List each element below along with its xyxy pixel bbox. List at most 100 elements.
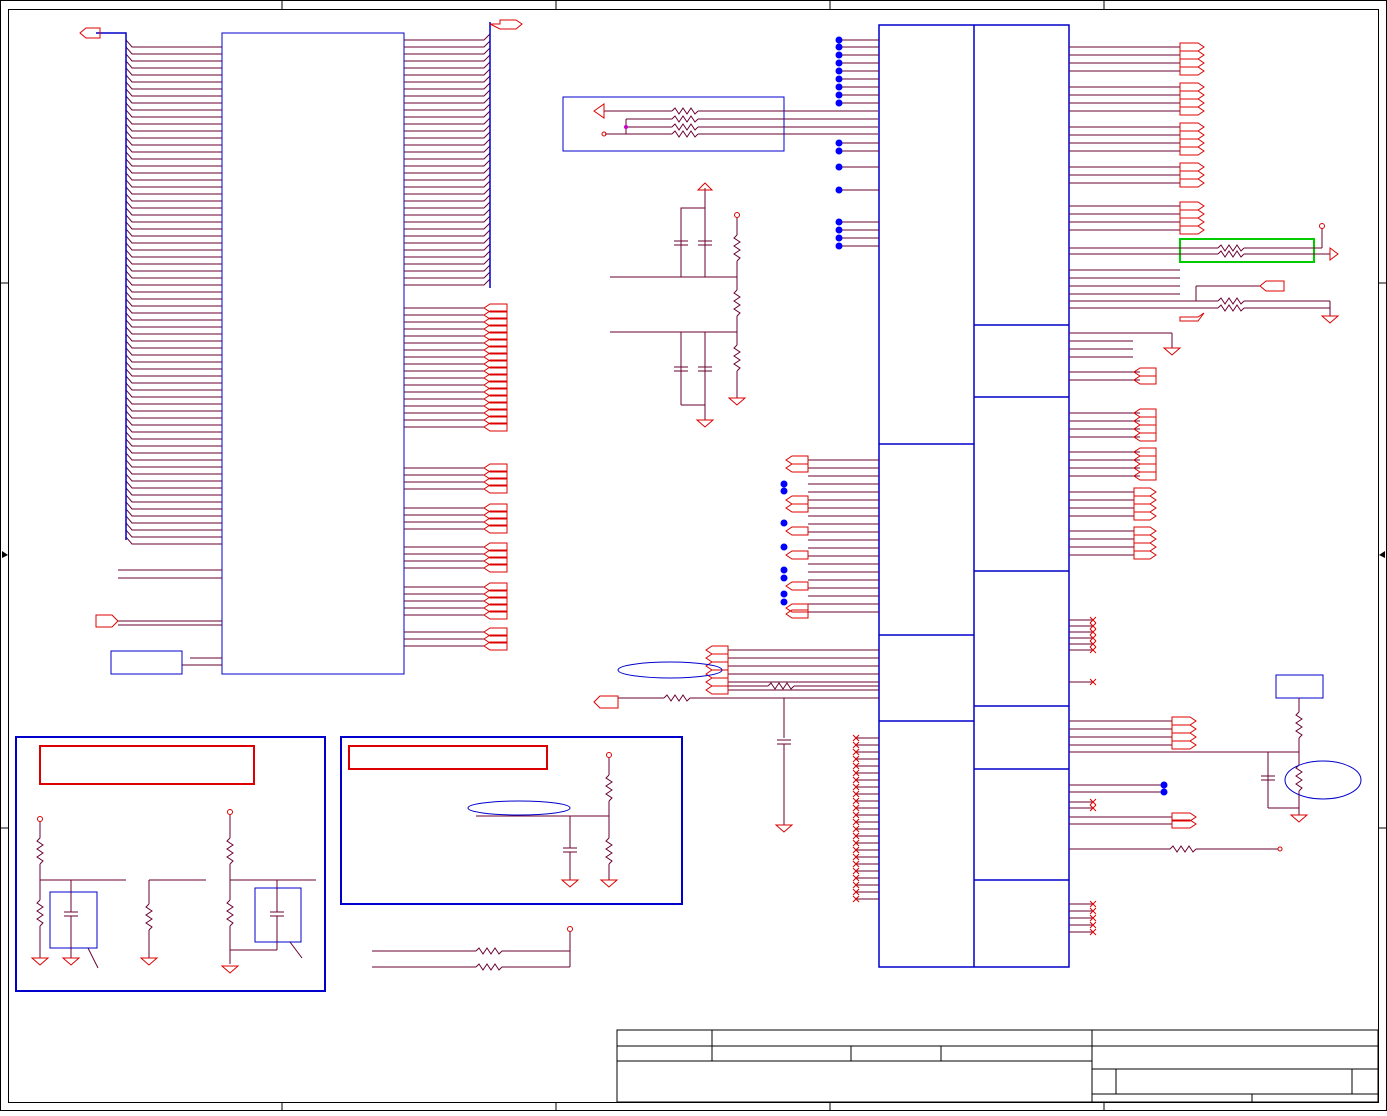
net-label	[1179, 122, 1205, 132]
bus-entry-wire	[125, 347, 222, 356]
net-label	[1133, 542, 1157, 552]
net-label	[1133, 503, 1157, 513]
ground-icon	[30, 957, 50, 966]
strap-jumper-box	[49, 891, 98, 949]
bus-entry-wire	[125, 375, 222, 384]
net-label	[1179, 82, 1205, 92]
schematic-sheet	[0, 0, 1387, 1111]
net-label	[785, 503, 809, 513]
net-label	[785, 603, 809, 613]
schematic-canvas	[0, 0, 1387, 1111]
bus-entry-wire	[125, 74, 222, 83]
junction-dot	[780, 574, 788, 582]
connector-right-pins	[404, 33, 491, 647]
bus-entry-wire	[125, 88, 222, 97]
bus-entry-wire	[404, 82, 491, 90]
junction-dots	[780, 36, 843, 606]
net-label	[785, 463, 809, 473]
net-label	[1179, 42, 1205, 52]
net-label	[1179, 106, 1205, 116]
bus-entry-wire	[125, 151, 222, 160]
bus-entry-wire	[125, 508, 222, 517]
bus-entry-wire	[125, 417, 222, 426]
net-label	[1179, 225, 1205, 235]
net-label	[1179, 98, 1205, 108]
net-label	[1179, 130, 1205, 140]
level-shift-note-box	[348, 745, 548, 770]
net-label	[785, 495, 809, 505]
callout-ellipse	[617, 661, 723, 679]
junction-dot	[835, 147, 843, 155]
bus-entry-wire	[125, 39, 222, 48]
bus-entry-wire	[125, 536, 222, 545]
ground-icon	[139, 957, 159, 966]
bus-entry-wire	[404, 215, 491, 223]
junction-dot	[835, 43, 843, 51]
bus-entry-wire	[404, 208, 491, 216]
bus-entry-wire	[404, 33, 491, 41]
bus-entry-wire	[404, 152, 491, 160]
left-address-bus	[125, 39, 222, 545]
bus-entry-wire	[125, 466, 222, 475]
junction-dot	[835, 83, 843, 91]
bus-entry-wire	[125, 445, 222, 454]
net-label	[1133, 534, 1157, 544]
bus-entry-wire	[125, 137, 222, 146]
net-label	[1171, 732, 1197, 742]
highlight-box	[1179, 238, 1315, 263]
chip-left-pins	[728, 39, 879, 900]
net-label	[705, 669, 729, 679]
bus-entry-wire	[125, 270, 222, 279]
ground-icon	[727, 397, 747, 406]
net-label	[705, 685, 729, 695]
bus-entry-wire	[125, 284, 222, 293]
ground-icon	[599, 879, 619, 888]
net-label	[1133, 495, 1157, 505]
bus-entry-wire	[125, 424, 222, 433]
net-label	[1179, 58, 1205, 68]
bus-entry-wire	[404, 40, 491, 48]
bus-entry-wire	[125, 515, 222, 524]
bus-entry-wire	[404, 117, 491, 125]
bus-entry-wire	[404, 96, 491, 104]
ground-icon	[1329, 247, 1339, 261]
bus-entry-wire	[125, 452, 222, 461]
bus-entry-wire	[125, 312, 222, 321]
junction-dot	[780, 487, 788, 495]
net-label	[1171, 716, 1197, 726]
bus-entry-wire	[125, 144, 222, 153]
net-label	[1179, 209, 1205, 219]
bus-entry-wire	[125, 501, 222, 510]
net-label	[1179, 162, 1205, 172]
bus-entry-wire	[125, 361, 222, 370]
ground-icon	[695, 419, 715, 428]
bus-entry-wire	[125, 235, 222, 244]
bus-entry-wire	[125, 333, 222, 342]
bus-entry-wire	[125, 179, 222, 188]
junction-dot	[780, 598, 788, 606]
junction-dot	[835, 67, 843, 75]
bus-entry-wire	[125, 46, 222, 55]
net-label	[705, 653, 729, 663]
chip-right-pins	[1069, 46, 1180, 933]
junction-dot	[835, 51, 843, 59]
bus-out-label	[489, 19, 523, 30]
bus-entry-wire	[125, 319, 222, 328]
bus-entry-wire	[125, 382, 222, 391]
bus-entry-wire	[125, 326, 222, 335]
net-label	[785, 455, 809, 465]
bus-entry-wire	[404, 229, 491, 237]
ground-icon	[1162, 347, 1182, 356]
bus-entry-wire	[404, 236, 491, 244]
bus-entry-wire	[125, 165, 222, 174]
junction-dot	[780, 519, 788, 527]
net-label	[1133, 550, 1157, 560]
net-label	[1171, 724, 1197, 734]
net-label	[1179, 90, 1205, 100]
net-label	[785, 550, 809, 560]
junction-dot	[835, 226, 843, 234]
bus-entry-wire	[125, 389, 222, 398]
vref-label-box	[1275, 674, 1324, 699]
bus-entry-wire	[125, 109, 222, 118]
bus-entry-wire	[404, 222, 491, 230]
